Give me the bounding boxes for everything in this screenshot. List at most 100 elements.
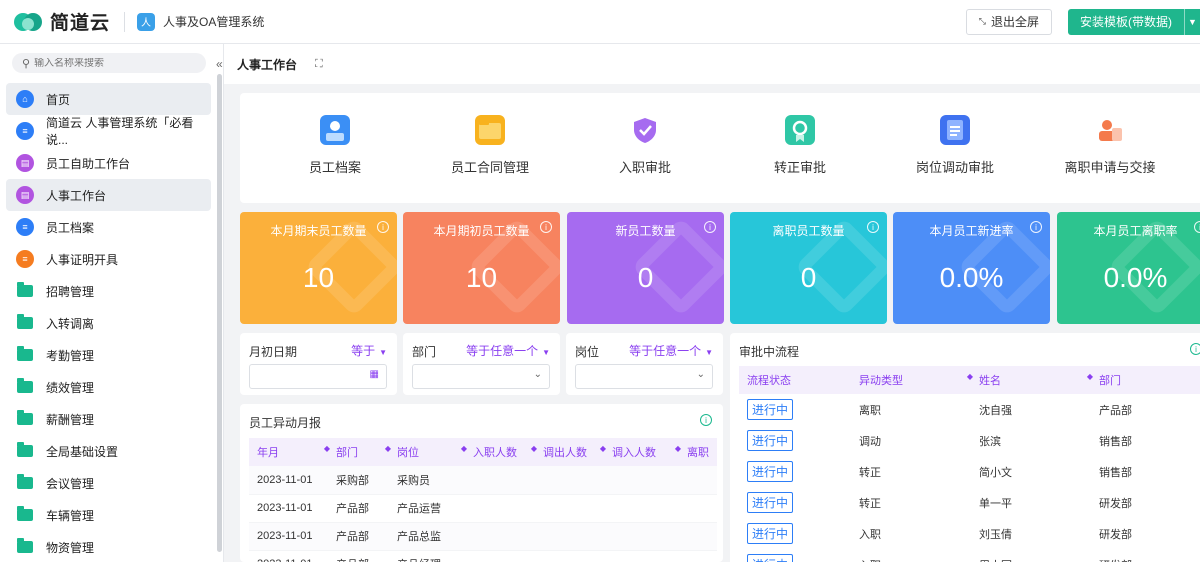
stat-card-hire-rate[interactable]: 本月员工新进率 i 0.0% (893, 212, 1050, 324)
sidebar-item-employee-records[interactable]: ≡ 员工档案 (6, 211, 211, 243)
chevron-down-icon[interactable]: ▼ (1184, 8, 1200, 35)
info-icon[interactable]: i (377, 221, 389, 233)
sidebar-item-supplies[interactable]: 物资管理 (6, 531, 211, 562)
status-badge[interactable]: 进行中 (747, 523, 794, 544)
info-icon[interactable]: i (700, 414, 712, 426)
fullscreen-expand-icon[interactable]: ⛶ (315, 58, 323, 71)
sidebar-item-global-settings[interactable]: 全局基础设置 (6, 435, 211, 467)
column-header[interactable]: 异动类型 ◆ (859, 366, 979, 394)
stat-card-starting-headcount[interactable]: 本月期初员工数量 i 10 (403, 212, 560, 324)
shield-check-icon (630, 115, 660, 145)
sidebar-item-vehicles[interactable]: 车辆管理 (6, 499, 211, 531)
logo-text: 简道云 (50, 13, 111, 34)
employee-record-icon (320, 115, 350, 145)
sidebar-item-certificate[interactable]: ≡ 人事证明开具 (6, 243, 211, 275)
table-row[interactable]: 2023-11-01 产品部 产品运营 (249, 494, 717, 523)
info-icon[interactable]: i (1190, 343, 1200, 355)
column-header[interactable]: 岗位 ◆ (397, 438, 473, 466)
column-header[interactable]: 姓名 ◆ (979, 366, 1099, 394)
status-badge[interactable]: 进行中 (747, 461, 794, 482)
quick-link-regularization[interactable]: 转正审批 (730, 115, 870, 176)
quick-link-label: 员工档案 (308, 160, 361, 175)
column-header[interactable]: 调入人数 ◆ (612, 438, 687, 466)
column-header[interactable]: 离职 (687, 438, 717, 466)
cell-department: 研发部 (1099, 549, 1200, 562)
cell-change-type: 入职 (859, 528, 881, 541)
filter-operator-dropdown[interactable]: 等于任意一个 ▼ (466, 342, 550, 359)
status-badge[interactable]: 进行中 (747, 554, 794, 562)
table-row[interactable]: 进行中 入职 周小园 研发部 (739, 549, 1200, 562)
table-row[interactable]: 进行中 调动 张滨 销售部 (739, 425, 1200, 456)
column-header[interactable]: 入职人数 ◆ (473, 438, 543, 466)
cell-status: 进行中 (739, 487, 859, 518)
stat-card-ending-headcount[interactable]: 本月期末员工数量 i 10 (240, 212, 397, 324)
status-badge[interactable]: 进行中 (747, 430, 794, 451)
collapse-sidebar-icon[interactable]: « (216, 57, 223, 71)
table-row[interactable]: 2023-11-01 采购部 采购员 (249, 466, 717, 495)
filter-operator-label: 等于任意一个 (466, 344, 539, 358)
app-name[interactable]: 人事及OA管理系统 (163, 13, 264, 30)
install-template-button[interactable]: 安装模板(带数据) ▼ (1068, 8, 1200, 35)
sidebar-item-meetings[interactable]: 会议管理 (6, 467, 211, 499)
stat-value: 0.0% (939, 262, 1004, 293)
department-select[interactable]: ⌄ (412, 364, 550, 389)
caret-down-icon: ▼ (542, 348, 550, 357)
table-row[interactable]: 进行中 转正 单一平 研发部 (739, 487, 1200, 518)
exit-fullscreen-button[interactable]: ⤡ 退出全屏 (965, 8, 1052, 35)
info-icon[interactable]: i (867, 221, 879, 233)
date-input[interactable]: ▦ (249, 364, 387, 389)
sidebar-item-hr-workbench[interactable]: ▤ 人事工作台 (6, 179, 211, 211)
sidebar-item-guide[interactable]: ≡ 简道云 人事管理系统「必看说... (6, 115, 211, 147)
table-header-row: 年月 ◆ 部门 ◆ 岗位 ◆ 入职人数 ◆ 调出人数 ◆ 调入人数 ◆ 离职 (249, 438, 717, 466)
sidebar-item-transfer[interactable]: 入转调离 (6, 307, 211, 339)
cell-transferred-out (543, 466, 612, 495)
quick-link-job-transfer[interactable]: 岗位调动审批 (885, 115, 1025, 176)
sidebar-item-self-service[interactable]: ▤ 员工自助工作台 (6, 147, 211, 179)
position-select[interactable]: ⌄ (575, 364, 713, 389)
stat-card-turnover-rate[interactable]: 本月员工离职率 i 0.0% (1057, 212, 1200, 324)
cell-change-type: 转正 (859, 497, 881, 510)
stat-card-new-employees[interactable]: 新员工数量 i 0 (567, 212, 724, 324)
sidebar-item-payroll[interactable]: 薪酬管理 (6, 403, 211, 435)
stat-card-resigned-employees[interactable]: 离职员工数量 i 0 (730, 212, 887, 324)
table-row[interactable]: 2023-11-01 产品部 产品经理 (249, 550, 717, 562)
column-header[interactable]: 部门 ◆ (336, 438, 397, 466)
cell-hired (473, 522, 543, 551)
filter-operator-dropdown[interactable]: 等于任意一个 ▼ (629, 342, 713, 359)
status-badge[interactable]: 进行中 (747, 399, 794, 420)
info-icon[interactable]: i (1194, 221, 1200, 233)
table-row[interactable]: 进行中 转正 简小文 销售部 (739, 456, 1200, 487)
search-input[interactable] (34, 57, 185, 69)
column-header[interactable]: 流程状态 (739, 366, 859, 394)
column-header[interactable]: 年月 ◆ (249, 438, 336, 466)
column-header[interactable]: 调出人数 ◆ (543, 438, 612, 466)
status-badge[interactable]: 进行中 (747, 492, 794, 513)
sidebar-item-attendance[interactable]: 考勤管理 (6, 339, 211, 371)
filter-operator-dropdown[interactable]: 等于 ▼ (351, 342, 387, 359)
column-header[interactable]: 部门 (1099, 366, 1200, 394)
sidebar-scrollbar[interactable] (217, 74, 222, 552)
sidebar-item-label: 考勤管理 (46, 348, 95, 363)
info-icon[interactable]: i (704, 221, 716, 233)
table-row[interactable]: 进行中 离职 沈自强 产品部 (739, 394, 1200, 425)
sidebar-item-recruitment[interactable]: 招聘管理 (6, 275, 211, 307)
stat-value: 10 (302, 262, 335, 293)
quick-link-onboarding[interactable]: 入职审批 (575, 115, 715, 176)
quick-link-contracts[interactable]: 员工合同管理 (420, 115, 560, 176)
search-box[interactable]: ⚲ (12, 53, 206, 73)
cell-department: 销售部 (1099, 466, 1132, 479)
logo[interactable]: 简道云 (14, 8, 110, 35)
cloud-logo-icon (14, 11, 44, 33)
sidebar-item-performance[interactable]: 绩效管理 (6, 371, 211, 403)
quick-link-employee-records[interactable]: 员工档案 (265, 115, 405, 176)
table-row[interactable]: 进行中 入职 刘玉倩 研发部 (739, 518, 1200, 549)
info-icon[interactable]: i (540, 221, 552, 233)
table-row[interactable]: 2023-11-01 产品部 产品总监 (249, 522, 717, 551)
quick-link-resignation[interactable]: 离职申请与交接 (1040, 115, 1180, 176)
stat-title: 离职员工数量 (772, 224, 845, 238)
sidebar-item-home[interactable]: ⌂ 首页 (6, 83, 211, 115)
cell-department: 产品部 (336, 522, 397, 551)
stat-value: 0 (800, 262, 817, 293)
sort-icon: ◆ (460, 444, 467, 453)
info-icon[interactable]: i (1030, 221, 1042, 233)
